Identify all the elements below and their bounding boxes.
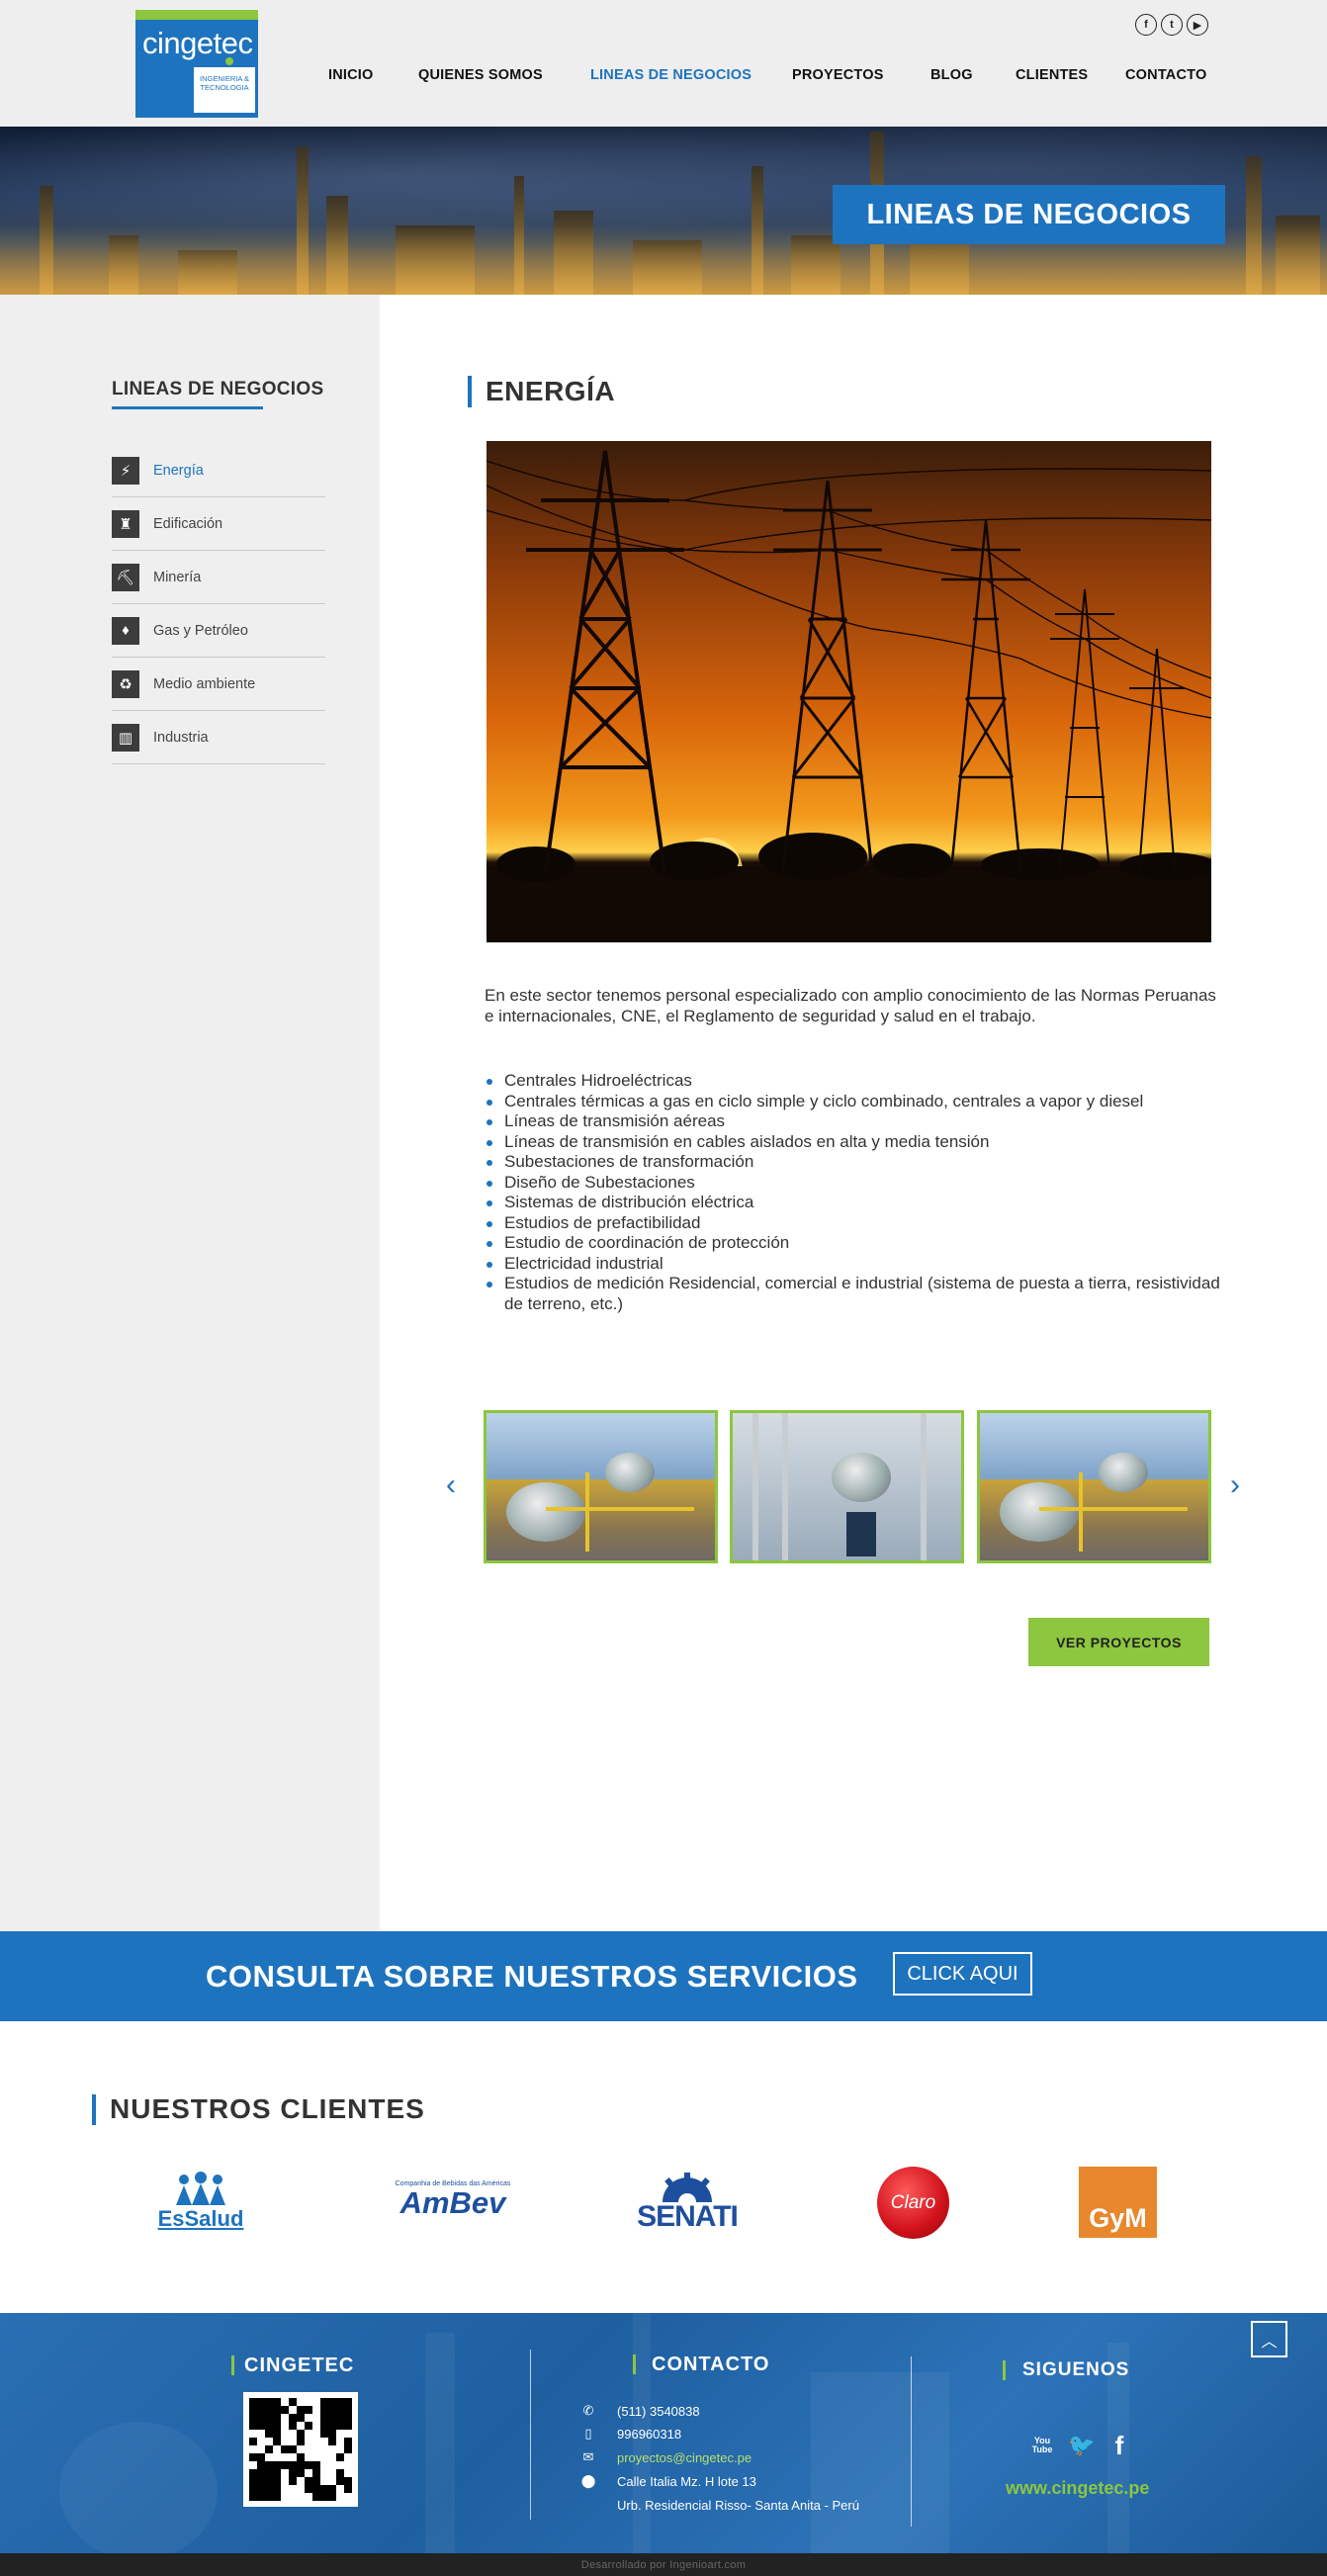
back-to-top-button[interactable]: ︿ [1251,2321,1287,2357]
list-item: Subestaciones de transformación [485,1152,1226,1173]
energy-hero-image [487,441,1211,942]
sidebar-item-label: Minería [153,569,202,585]
tower-icon: ♜ [112,509,139,538]
factory-icon: ▥ [112,723,139,752]
section-title: ENERGÍA [486,376,616,406]
ver-proyectos-button[interactable]: VER PROYECTOS [1028,1618,1209,1666]
footer-phone: (511) 3540838 [617,2404,700,2419]
sidebar-item-label: Medio ambiente [153,675,256,692]
client-name: GyM [1089,2203,1147,2233]
facebook-icon[interactable]: f [1109,2431,1129,2460]
sidebar-title: LINEAS DE NEGOCIOS [112,379,324,400]
click-aqui-button[interactable]: CLICK AQUI [893,1952,1032,1996]
list-item: Electricidad industrial [485,1254,1226,1275]
footer-website-link[interactable]: www.cingetec.pe [1006,2478,1149,2499]
logo-name: cingetec [142,26,253,60]
nav-inicio[interactable]: INICIO [328,67,374,83]
nav-contacto[interactable]: CONTACTO [1125,67,1206,83]
list-item: Estudios de medición Residencial, comerc… [485,1274,1226,1314]
nav-blog[interactable]: BLOG [930,67,973,83]
list-item: Estudio de coordinación de protección [485,1233,1226,1254]
nav-quienes-somos[interactable]: QUIENES SOMOS [418,67,543,83]
footer-email-link[interactable]: proyectos@cingetec.pe [617,2450,752,2465]
footer-address-line-2: Urb. Residencial Risso- Santa Anita - Pe… [617,2498,859,2513]
youtube-icon[interactable]: You Tube [1028,2431,1056,2460]
services-list: Centrales Hidroeléctricas Centrales térm… [485,1071,1226,1314]
lightning-icon: ⚡ [112,456,139,485]
sidebar-item-label: Gas y Petróleo [153,622,248,639]
client-logo-claro: Claro [877,2167,949,2239]
phone-icon: ✆ [582,2403,594,2418]
banner-title: LINEAS DE NEGOCIOS [833,185,1225,244]
nav-clientes[interactable]: CLIENTES [1016,67,1088,83]
consulta-text: CONSULTA SOBRE NUESTROS SERVICIOS [206,1959,858,1994]
sidebar-item-gas-y-petroleo[interactable]: ♦ Gas y Petróleo [112,604,325,658]
sidebar-item-edificacion[interactable]: ♜ Edificación [112,497,325,551]
nav-lineas-de-negocios[interactable]: LINEAS DE NEGOCIOS [590,67,752,83]
client-name: EsSalud [157,2206,244,2231]
carousel-next-icon[interactable]: › [1230,1470,1250,1500]
credits-bar: Desarrollado por Ingenioart.com [0,2553,1327,2576]
footer-title-cingetec: CINGETEC [244,2354,355,2376]
qr-code [243,2392,358,2507]
sidebar-item-energia[interactable]: ⚡ Energía [112,444,325,497]
section-intro: En este sector tenemos personal especial… [485,986,1216,1025]
sidebar-item-label: Energía [153,462,204,479]
client-name: SENATI [637,2200,739,2233]
youtube-icon[interactable]: ▶ [1187,14,1208,36]
twitter-icon[interactable]: t [1161,14,1183,36]
list-item: Centrales térmicas a gas en ciclo simple… [485,1092,1226,1112]
carousel-image[interactable] [484,1410,718,1563]
client-logo-gym: GyM [1079,2167,1157,2238]
sidebar-title-underline [112,406,263,409]
project-carousel: ‹ › [444,1410,1265,1563]
sidebar-item-label: Edificación [153,515,223,532]
flame-icon: ♦ [112,616,139,645]
client-logo-ambev: Companhia de Bebidas das Américas AmBev [384,2175,522,2224]
client-logo-essalud: EsSalud [146,2167,255,2236]
site-header: cingetec INGENIERIA & TECNOLOGIA f t ▶ I… [0,0,1327,127]
cingetec-logo[interactable]: cingetec INGENIERIA & TECNOLOGIA [135,10,258,118]
footer-title-siguenos: SIGUENOS [1022,2359,1130,2380]
list-item: Estudios de prefactibilidad [485,1213,1226,1234]
truck-icon: ♻ [112,669,139,698]
list-item: Líneas de transmisión aéreas [485,1111,1226,1132]
section-title-marker [468,376,472,407]
mail-icon: ✉ [582,2449,594,2464]
list-item: Sistemas de distribución eléctrica [485,1193,1226,1213]
list-item: Líneas de transmisión en cables aislados… [485,1132,1226,1153]
client-logo-senati: SENATI [621,2167,753,2238]
carousel-image[interactable] [977,1410,1211,1563]
footer-mobile: 996960318 [617,2427,682,2442]
client-name: Claro [890,2191,936,2213]
sidebar-item-mineria[interactable]: ⛏ Minería [112,551,325,604]
mobile-icon: ▯ [584,2426,592,2441]
sidebar-item-industria[interactable]: ▥ Industria [112,711,325,764]
credits-text: Desarrollado por Ingenioart.com [580,2558,747,2571]
carousel-image[interactable] [730,1410,964,1563]
twitter-icon[interactable]: 🐦 [1068,2431,1096,2460]
list-item: Diseño de Subestaciones [485,1173,1226,1194]
facebook-icon[interactable]: f [1135,14,1157,36]
clients-title: NUESTROS CLIENTES [110,2093,425,2124]
list-item: Centrales Hidroeléctricas [485,1071,1226,1092]
footer-address-line-1: Calle Italia Mz. H lote 13 [617,2474,756,2489]
header-social-links: f t ▶ [1135,14,1208,36]
sidebar-item-label: Industria [153,729,209,746]
mining-icon: ⛏ [112,563,139,591]
client-name: AmBev [399,2184,506,2220]
nav-proyectos[interactable]: PROYECTOS [792,67,884,83]
sidebar-item-medio-ambiente[interactable]: ♻ Medio ambiente [112,658,325,711]
location-pin-icon: ⬤ [580,2473,596,2488]
carousel-prev-icon[interactable]: ‹ [446,1470,466,1500]
main-nav: INICIO QUIENES SOMOS LINEAS DE NEGOCIOS … [0,67,1327,87]
clients-title-marker [92,2094,96,2125]
footer-title-contacto: CONTACTO [652,2354,770,2375]
